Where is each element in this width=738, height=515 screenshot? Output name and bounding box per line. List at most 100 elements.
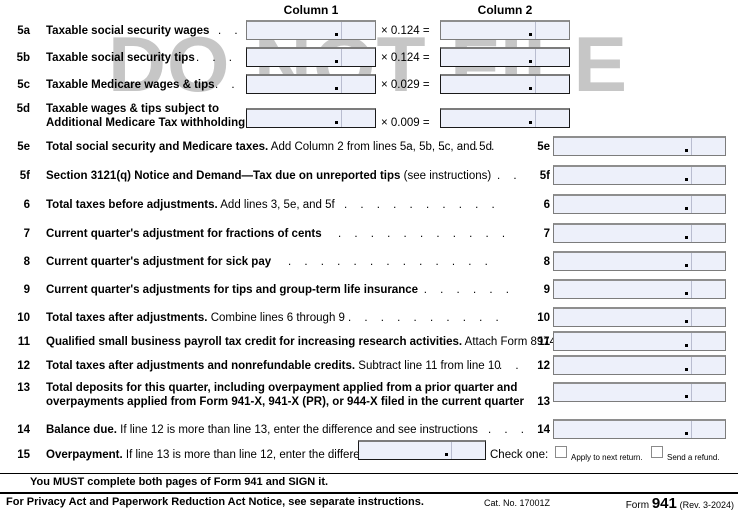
line-5e-amount-field[interactable]: [553, 136, 726, 156]
line-9-amount-field[interactable]: [553, 279, 726, 299]
line-10-leader-dots: . . . . . . . . . .: [348, 312, 504, 324]
line-10-label-rest: Combine lines 6 through 9: [210, 312, 345, 324]
line-5e-label: Total social security and Medicare taxes…: [46, 141, 492, 153]
line-11-label-bold: Qualified small business payroll tax cre…: [46, 336, 463, 348]
decimal-marker: [685, 149, 688, 152]
line-5f-leader-dots: . .: [497, 170, 522, 182]
column-2-header: Column 2: [477, 3, 533, 17]
decimal-marker: [685, 207, 688, 210]
cents-divider: [691, 225, 692, 242]
privacy-act-notice: For Privacy Act and Paperwork Reduction …: [6, 496, 424, 508]
line-5c-column2-field[interactable]: [440, 74, 570, 94]
line-5a-multiplier: × 0.124 =: [381, 25, 430, 37]
line-12-label: Total taxes after adjustments and nonref…: [46, 360, 501, 372]
decimal-marker: [529, 33, 532, 36]
cents-divider: [691, 196, 692, 213]
line-8-right-number: 8: [543, 256, 550, 268]
line-5e-label-bold: Total social security and Medicare taxes…: [46, 141, 269, 153]
line-7-amount-field[interactable]: [553, 223, 726, 243]
form-label: Form: [625, 500, 650, 511]
line-5e-leader-dots: . . . .: [442, 141, 500, 153]
line-5c-multiplier: × 0.029 =: [381, 79, 430, 91]
line-5c-column1-field[interactable]: [246, 74, 376, 94]
line-15-label: Overpayment. If line 13 is more than lin…: [46, 449, 378, 461]
line-5d-column2-field[interactable]: [440, 108, 570, 128]
cents-divider: [691, 357, 692, 374]
footer-divider-bottom: [0, 492, 738, 494]
line-12-leader-dots: . .: [499, 360, 524, 372]
cents-divider: [691, 281, 692, 298]
line-5e-number: 5e: [17, 141, 30, 153]
line-14-label-bold: Balance due.: [46, 424, 117, 436]
cents-divider: [535, 49, 536, 66]
line-15-label-bold: Overpayment.: [46, 449, 123, 461]
line-13-number: 13: [17, 382, 30, 394]
line-6-label: Total taxes before adjustments. Add line…: [46, 199, 335, 211]
line-14-number: 14: [17, 424, 30, 436]
decimal-marker: [685, 292, 688, 295]
line-14-amount-field[interactable]: [553, 419, 726, 439]
line-7-right-number: 7: [543, 228, 550, 240]
line-6-number: 6: [23, 199, 30, 211]
form-number: 941: [651, 495, 677, 512]
line-9-number: 9: [23, 284, 30, 296]
line-12-amount-field[interactable]: [553, 355, 726, 375]
line-8-number: 8: [23, 256, 30, 268]
line-12-label-bold: Total taxes after adjustments and nonref…: [46, 360, 356, 372]
line-14-right-number: 14: [537, 424, 550, 436]
line-5d-label-line1: Taxable wages & tips subject to: [46, 103, 219, 115]
cents-divider: [341, 110, 342, 127]
line-13-amount-field[interactable]: [553, 382, 726, 402]
line-5b-column2-field[interactable]: [440, 47, 570, 67]
decimal-marker: [335, 60, 338, 63]
line-6-leader-dots: . . . . . . . . . .: [344, 199, 500, 211]
line-5a-column1-field[interactable]: [246, 20, 376, 40]
decimal-marker: [685, 368, 688, 371]
cents-divider: [341, 76, 342, 93]
cents-divider: [451, 442, 452, 459]
line-5f-label-bold: Section 3121(q) Notice and Demand—Tax du…: [46, 170, 401, 182]
form-941-page2-lower: Column 1 Column 2 5a Taxable social secu…: [0, 0, 738, 515]
decimal-marker: [685, 178, 688, 181]
line-5f-amount-field[interactable]: [553, 165, 726, 185]
line-6-label-rest: Add lines 3, 5e, and 5f: [220, 199, 335, 211]
line-7-leader-dots: . . . . . . . . . . .: [338, 228, 511, 240]
decimal-marker: [335, 87, 338, 90]
line-10-number: 10: [17, 312, 30, 324]
send-a-refund-checkbox[interactable]: [651, 446, 663, 458]
decimal-marker: [685, 264, 688, 267]
line-13-label-line1: Total deposits for this quarter, includi…: [46, 382, 518, 394]
cents-divider: [691, 384, 692, 401]
line-7-number: 7: [23, 228, 30, 240]
line-15-amount-field[interactable]: [358, 440, 486, 460]
line-5d-column1-field[interactable]: [246, 108, 376, 128]
line-5c-label: Taxable Medicare wages & tips: [46, 79, 215, 91]
cents-divider: [691, 138, 692, 155]
line-5d-number: 5d: [16, 103, 30, 115]
line-8-amount-field[interactable]: [553, 251, 726, 271]
decimal-marker: [529, 60, 532, 63]
line-5d-multiplier: × 0.009 =: [381, 117, 430, 129]
line-5a-number: 5a: [17, 25, 30, 37]
line-11-amount-field[interactable]: [553, 331, 726, 351]
cents-divider: [341, 49, 342, 66]
line-5b-column1-field[interactable]: [246, 47, 376, 67]
line-9-leader-dots: . . . . . . . .: [391, 284, 514, 296]
line-10-amount-field[interactable]: [553, 307, 726, 327]
line-14-label: Balance due. If line 12 is more than lin…: [46, 424, 478, 436]
cents-divider: [535, 76, 536, 93]
decimal-marker: [685, 432, 688, 435]
line-8-label: Current quarter's adjustment for sick pa…: [46, 256, 272, 268]
apply-to-next-return-checkbox[interactable]: [555, 446, 567, 458]
decimal-marker: [529, 121, 532, 124]
line-14-label-rest: If line 12 is more than line 13, enter t…: [120, 424, 478, 436]
cents-divider: [691, 167, 692, 184]
cents-divider: [341, 22, 342, 39]
line-10-label-bold: Total taxes after adjustments.: [46, 312, 208, 324]
line-5b-leader-dots: . . .: [196, 52, 237, 64]
line-9-label: Current quarter's adjustments for tips a…: [46, 284, 419, 296]
line-6-amount-field[interactable]: [553, 194, 726, 214]
line-12-right-number: 12: [537, 360, 550, 372]
line-5a-column2-field[interactable]: [440, 20, 570, 40]
cents-divider: [691, 333, 692, 350]
